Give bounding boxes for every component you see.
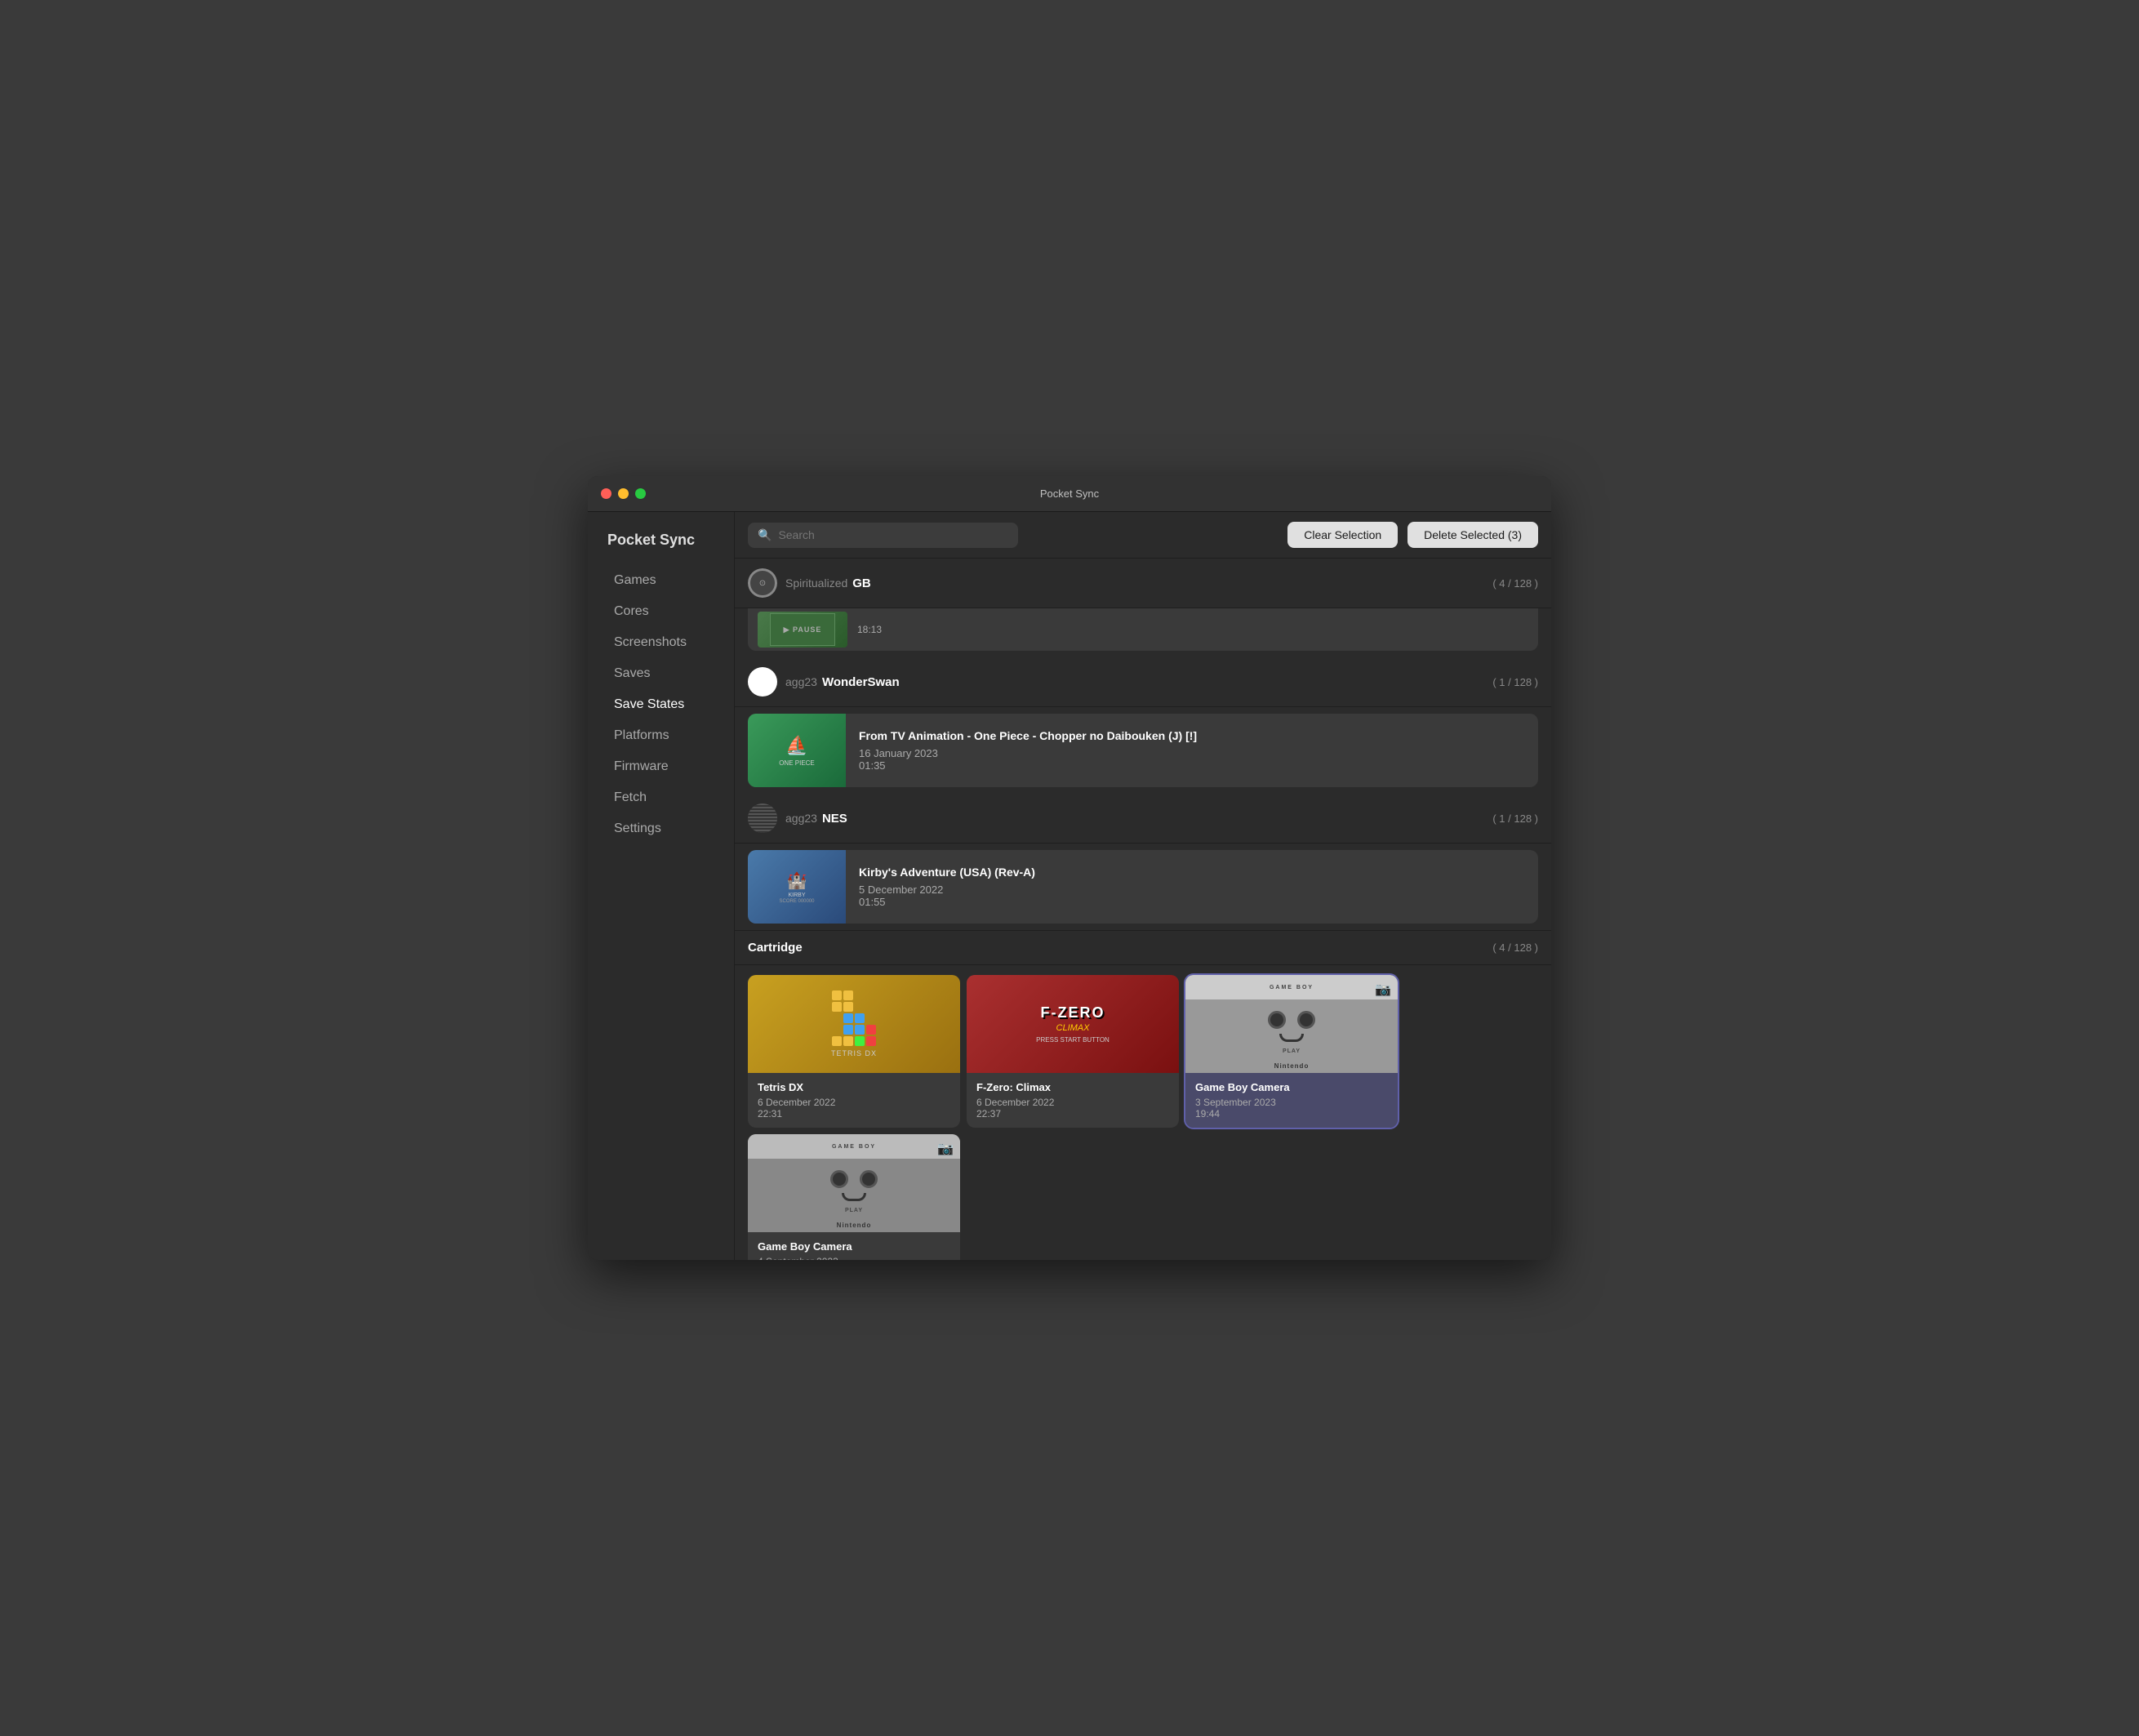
save-card-kirby[interactable]: 🏰 KIRBY SCORE 000000 Kirby's Adventure (… bbox=[748, 850, 1538, 924]
save-title-gbcam1: Game Boy Camera bbox=[1195, 1081, 1388, 1093]
close-button[interactable] bbox=[601, 488, 611, 499]
app-window: Pocket Sync Pocket Sync Games Cores Scre… bbox=[588, 476, 1551, 1260]
save-title-gbcam2: Game Boy Camera bbox=[758, 1240, 950, 1253]
sidebar-item-settings[interactable]: Settings bbox=[594, 813, 727, 844]
save-time-gbcam1: 19:44 bbox=[1195, 1108, 1388, 1119]
sidebar-item-save-states[interactable]: Save States bbox=[594, 689, 727, 720]
truncated-thumbnail: ▶ PAUSE bbox=[758, 612, 847, 648]
avatar-agg23-nes bbox=[748, 803, 777, 833]
toolbar: 🔍 Clear Selection Delete Selected (3) bbox=[735, 512, 1551, 559]
save-title-tetris: Tetris DX bbox=[758, 1081, 950, 1093]
main-content: 🔍 Clear Selection Delete Selected (3) ⊙ … bbox=[735, 512, 1551, 1260]
search-input[interactable] bbox=[778, 528, 1007, 541]
avatar-spiritualized: ⊙ bbox=[748, 568, 777, 598]
cartridge-count: ( 4 / 128 ) bbox=[1492, 941, 1538, 954]
sidebar-item-firmware[interactable]: Firmware bbox=[594, 751, 727, 782]
cartridge-header: Cartridge ( 4 / 128 ) bbox=[735, 930, 1551, 965]
save-time-onepiece: 01:35 bbox=[859, 759, 1197, 772]
section-count-wonderswan: ( 1 / 128 ) bbox=[1492, 676, 1538, 688]
save-thumbnail-gbcam2: GAME BOY PLAY Nintendo bbox=[748, 1134, 960, 1232]
save-card-gbcam1[interactable]: GAME BOY PLAY Nintendo bbox=[1185, 975, 1398, 1128]
section-count-nes: ( 1 / 128 ) bbox=[1492, 812, 1538, 825]
save-date-onepiece: 16 January 2023 bbox=[859, 747, 1197, 759]
section-platform-gb: GB bbox=[852, 576, 871, 590]
app-name: Pocket Sync bbox=[588, 525, 734, 565]
save-title-onepiece: From TV Animation - One Piece - Chopper … bbox=[859, 729, 1197, 742]
save-thumbnail-onepiece: ⛵ ONE PIECE bbox=[748, 714, 846, 787]
save-date-kirby: 5 December 2022 bbox=[859, 884, 1035, 896]
save-date-tetris: 6 December 2022 bbox=[758, 1097, 950, 1108]
section-user-agg23-nes: agg23 bbox=[785, 812, 817, 825]
sidebar-item-cores[interactable]: Cores bbox=[594, 596, 727, 627]
truncated-save-card: ▶ PAUSE 18:13 bbox=[748, 608, 1538, 651]
sidebar-item-fetch[interactable]: Fetch bbox=[594, 782, 727, 813]
cartridge-label: Cartridge bbox=[748, 941, 803, 955]
save-card-gbcam2[interactable]: GAME BOY PLAY Nintendo bbox=[748, 1134, 960, 1260]
avatar-agg23-wonderswan bbox=[748, 667, 777, 697]
sidebar: Pocket Sync Games Cores Screenshots Save… bbox=[588, 512, 735, 1260]
sidebar-item-saves[interactable]: Saves bbox=[594, 658, 727, 689]
search-box[interactable]: 🔍 bbox=[748, 523, 1018, 548]
cartridge-section: Cartridge ( 4 / 128 ) bbox=[735, 930, 1551, 1260]
window-title: Pocket Sync bbox=[1040, 487, 1099, 500]
delete-selected-button[interactable]: Delete Selected (3) bbox=[1407, 522, 1538, 548]
sidebar-item-games[interactable]: Games bbox=[594, 565, 727, 596]
save-time-tetris: 22:31 bbox=[758, 1108, 950, 1119]
save-time-fzero: 22:37 bbox=[976, 1108, 1169, 1119]
save-info-onepiece: From TV Animation - One Piece - Chopper … bbox=[846, 714, 1210, 787]
section-header-spiritualized-gb: ⊙ Spiritualized GB ( 4 / 128 ) bbox=[735, 559, 1551, 608]
section-count-spiritualized: ( 4 / 128 ) bbox=[1492, 577, 1538, 590]
save-info-kirby: Kirby's Adventure (USA) (Rev-A) 5 Decemb… bbox=[846, 850, 1048, 924]
window-controls bbox=[601, 488, 646, 499]
section-header-agg23-nes: agg23 NES ( 1 / 128 ) bbox=[735, 794, 1551, 844]
cartridge-saves-grid: TETRIS DX Tetris DX 6 December 2022 22:3… bbox=[735, 965, 1551, 1260]
save-title-fzero: F-Zero: Climax bbox=[976, 1081, 1169, 1093]
titlebar: Pocket Sync bbox=[588, 476, 1551, 512]
search-icon: 🔍 bbox=[758, 528, 772, 542]
minimize-button[interactable] bbox=[618, 488, 629, 499]
clear-selection-button[interactable]: Clear Selection bbox=[1287, 522, 1398, 548]
sidebar-item-platforms[interactable]: Platforms bbox=[594, 720, 727, 751]
save-date-gbcam2: 4 September 2023 bbox=[758, 1256, 950, 1260]
save-card-onepiece[interactable]: ⛵ ONE PIECE From TV Animation - One Piec… bbox=[748, 714, 1538, 787]
save-date-gbcam1: 3 September 2023 bbox=[1195, 1097, 1388, 1108]
save-thumbnail-fzero: F-ZERO CLIMAX PRESS START BUTTON bbox=[967, 975, 1179, 1073]
section-platform-nes: NES bbox=[822, 812, 847, 826]
section-user-agg23-ws: agg23 bbox=[785, 675, 817, 688]
maximize-button[interactable] bbox=[635, 488, 646, 499]
save-thumbnail-kirby: 🏰 KIRBY SCORE 000000 bbox=[748, 850, 846, 924]
save-time-kirby: 01:55 bbox=[859, 896, 1035, 908]
save-thumbnail-tetris: TETRIS DX bbox=[748, 975, 960, 1073]
section-user-spiritualized: Spiritualized bbox=[785, 576, 847, 590]
save-card-fzero[interactable]: F-ZERO CLIMAX PRESS START BUTTON F-Zero:… bbox=[967, 975, 1179, 1128]
sidebar-item-screenshots[interactable]: Screenshots bbox=[594, 627, 727, 658]
camera-icon: 📷 bbox=[1375, 982, 1391, 998]
app-body: Pocket Sync Games Cores Screenshots Save… bbox=[588, 512, 1551, 1260]
section-header-agg23-wonderswan: agg23 WonderSwan ( 1 / 128 ) bbox=[735, 657, 1551, 707]
section-platform-wonderswan: WonderSwan bbox=[822, 675, 900, 689]
truncated-time: 18:13 bbox=[857, 624, 882, 635]
content-area[interactable]: ⊙ Spiritualized GB ( 4 / 128 ) ▶ PAUSE 1… bbox=[735, 559, 1551, 1260]
save-title-kirby: Kirby's Adventure (USA) (Rev-A) bbox=[859, 866, 1035, 879]
save-date-fzero: 6 December 2022 bbox=[976, 1097, 1169, 1108]
save-card-tetris[interactable]: TETRIS DX Tetris DX 6 December 2022 22:3… bbox=[748, 975, 960, 1128]
save-thumbnail-gbcam1: GAME BOY PLAY Nintendo bbox=[1185, 975, 1398, 1073]
camera-icon-2: 📷 bbox=[937, 1141, 954, 1157]
